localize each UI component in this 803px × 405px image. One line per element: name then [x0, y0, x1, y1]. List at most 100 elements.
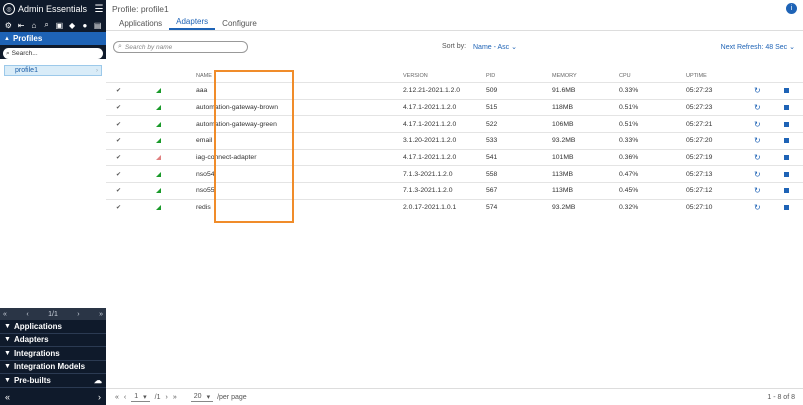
sidebar-group-applications[interactable]: ▼ Applications: [0, 320, 106, 334]
stop-square: [784, 138, 789, 144]
restart-icon[interactable]: ↻: [754, 83, 761, 99]
table-row[interactable]: ✔ email 3.1.20-2021.1.2.0 533 93.2MB 0.33% 05:…: [106, 132, 803, 149]
next-page-button[interactable]: ›: [166, 394, 168, 401]
stop-icon[interactable]: [784, 83, 789, 99]
table-row[interactable]: ✔ iag-connect-adapter 4.17.1-2021.1.2.0 541…: [106, 148, 803, 166]
stop-icon[interactable]: [784, 133, 789, 149]
profile-item-profile1[interactable]: profile1 ›: [4, 65, 102, 76]
tag-icon[interactable]: ◆: [67, 21, 77, 30]
restart-icon[interactable]: ↻: [754, 150, 761, 166]
stop-icon[interactable]: [784, 200, 789, 216]
search-input[interactable]: ⌕ Search by name: [113, 41, 248, 53]
stop-icon[interactable]: [784, 100, 789, 116]
per-page-select[interactable]: 20 ▾: [190, 393, 214, 402]
stop-square: [784, 105, 789, 111]
adapter-cpu: 0.51%: [619, 104, 639, 112]
page-select[interactable]: 1 ▾: [131, 392, 150, 402]
stop-icon[interactable]: [784, 116, 789, 132]
column-header-name[interactable]: NAME: [196, 70, 212, 82]
status-triangle-icon: [156, 188, 161, 194]
adapter-name: nso54: [196, 170, 215, 178]
check-icon: ✔: [116, 121, 122, 128]
refresh-timer[interactable]: Next Refresh: 48 Sec ⌄: [721, 43, 795, 51]
document-icon[interactable]: ▤: [93, 21, 103, 30]
sidebar-group-adapters[interactable]: ▼ Adapters: [0, 334, 106, 347]
adapter-uptime: 05:27:13: [686, 170, 713, 178]
gear-icon[interactable]: ⚙: [3, 21, 13, 30]
chevron-down-icon: ⌄: [789, 44, 795, 51]
restart-icon[interactable]: ↻: [754, 116, 761, 132]
info-icon[interactable]: i: [786, 3, 797, 14]
stop-icon[interactable]: [784, 150, 789, 166]
next-page-button[interactable]: ›: [77, 311, 79, 318]
sidebar-group-label: Applications: [13, 321, 62, 331]
status-triangle-icon: [156, 138, 161, 144]
adapter-pid: 574: [486, 204, 498, 212]
adapter-memory: 106MB: [552, 120, 574, 128]
column-header-uptime[interactable]: UPTIME: [686, 70, 707, 82]
page-value: 1: [134, 392, 139, 400]
tab-applications[interactable]: Applications: [112, 19, 169, 30]
stop-square: [784, 171, 789, 177]
adapter-memory: 113MB: [552, 170, 574, 178]
briefcase-icon[interactable]: ▣: [54, 21, 64, 30]
user-icon[interactable]: ●: [80, 21, 90, 30]
sidebar-group-pre-builts[interactable]: ▼ Pre-builts ☁: [0, 374, 106, 388]
table-row[interactable]: ✔ automation-gateway-green 4.17.1-2021.1.2…: [106, 115, 803, 132]
tab-configure[interactable]: Configure: [215, 19, 264, 30]
search-placeholder: Search by name: [124, 43, 173, 51]
table-row[interactable]: ✔ automation-gateway-brown 4.17.1-2021.1.2…: [106, 98, 803, 116]
check-icon: ✔: [116, 155, 122, 162]
column-header-cpu[interactable]: CPU: [619, 70, 631, 82]
sort-label: Sort by:: [442, 43, 467, 50]
profiles-section-header[interactable]: ▲ Profiles: [0, 32, 106, 45]
restart-icon[interactable]: ↻: [754, 183, 761, 199]
table-header: NAME VERSION PID MEMORY CPU UPTIME: [106, 70, 803, 82]
cloud-icon[interactable]: ☁: [94, 376, 102, 385]
table-row[interactable]: ✔ aaa 2.12.21-2021.1.2.0 509 91.6MB 0.33% 05:2…: [106, 82, 803, 99]
last-page-button[interactable]: »: [173, 394, 177, 401]
search-icon[interactable]: ⌕: [42, 20, 52, 30]
chevron-down-icon: ▼: [4, 376, 11, 384]
stop-icon[interactable]: [784, 183, 789, 199]
adapters-table: NAME VERSION PID MEMORY CPU UPTIME ✔ aaa 2…: [106, 70, 803, 216]
prev-page-button[interactable]: ‹: [124, 394, 126, 401]
sidebar-group-integration-models[interactable]: ▼ Integration Models: [0, 361, 106, 374]
chevron-up-icon: ▲: [4, 35, 10, 42]
first-page-button[interactable]: «: [3, 311, 7, 318]
last-page-button[interactable]: »: [99, 311, 103, 318]
adapter-version: 7.1.3-2021.1.2.0: [403, 170, 453, 178]
collapse-sidebar-button[interactable]: «: [5, 392, 10, 402]
table-row[interactable]: ✔ redis 2.0.17-2021.1.0.1 574 93.2MB 0.32% 05:…: [106, 198, 803, 216]
sidebar-search-input[interactable]: ⌕ Search...: [3, 48, 103, 59]
column-header-version[interactable]: VERSION: [403, 70, 428, 82]
restart-icon[interactable]: ↻: [754, 166, 761, 182]
status-icon: [156, 116, 161, 132]
restart-icon[interactable]: ↻: [754, 133, 761, 149]
tab-adapters[interactable]: Adapters: [169, 17, 216, 30]
logout-icon[interactable]: ⇤: [16, 21, 26, 30]
adapter-cpu: 0.33%: [619, 137, 639, 145]
menu-icon[interactable]: ☰: [92, 4, 106, 15]
status-triangle-icon: [156, 121, 161, 127]
table-controls: ⌕ Search by name Sort by: Name - Asc ⌄ N…: [106, 40, 803, 54]
table-row[interactable]: ✔ nso55 7.1.3-2021.1.2.0 567 113MB 0.45% 05:27…: [106, 182, 803, 199]
sidebar-group-label: Adapters: [13, 335, 49, 345]
prev-page-button[interactable]: ‹: [26, 311, 28, 318]
profiles-label: Profiles: [12, 34, 43, 43]
expand-sidebar-button[interactable]: ›: [98, 392, 101, 402]
sidebar-group-integrations[interactable]: ▼ Integrations: [0, 347, 106, 361]
stop-square: [784, 155, 789, 161]
table-footer: « ‹ 1 ▾ /1 › » 20 ▾ /per page 1 - 8 of 8: [106, 388, 803, 405]
column-header-memory[interactable]: MEMORY: [552, 70, 577, 82]
check-icon: ✔: [116, 171, 122, 178]
sort-dropdown[interactable]: Name - Asc ⌄: [473, 43, 517, 51]
chevron-right-icon: ›: [96, 67, 98, 74]
column-header-pid[interactable]: PID: [486, 70, 495, 82]
table-row[interactable]: ✔ nso54 7.1.3-2021.1.2.0 558 113MB 0.47% 05:27…: [106, 165, 803, 182]
restart-icon[interactable]: ↻: [754, 200, 761, 216]
first-page-button[interactable]: «: [115, 394, 119, 401]
home-icon[interactable]: ⌂: [29, 21, 39, 30]
stop-icon[interactable]: [784, 166, 789, 182]
restart-icon[interactable]: ↻: [754, 100, 761, 116]
